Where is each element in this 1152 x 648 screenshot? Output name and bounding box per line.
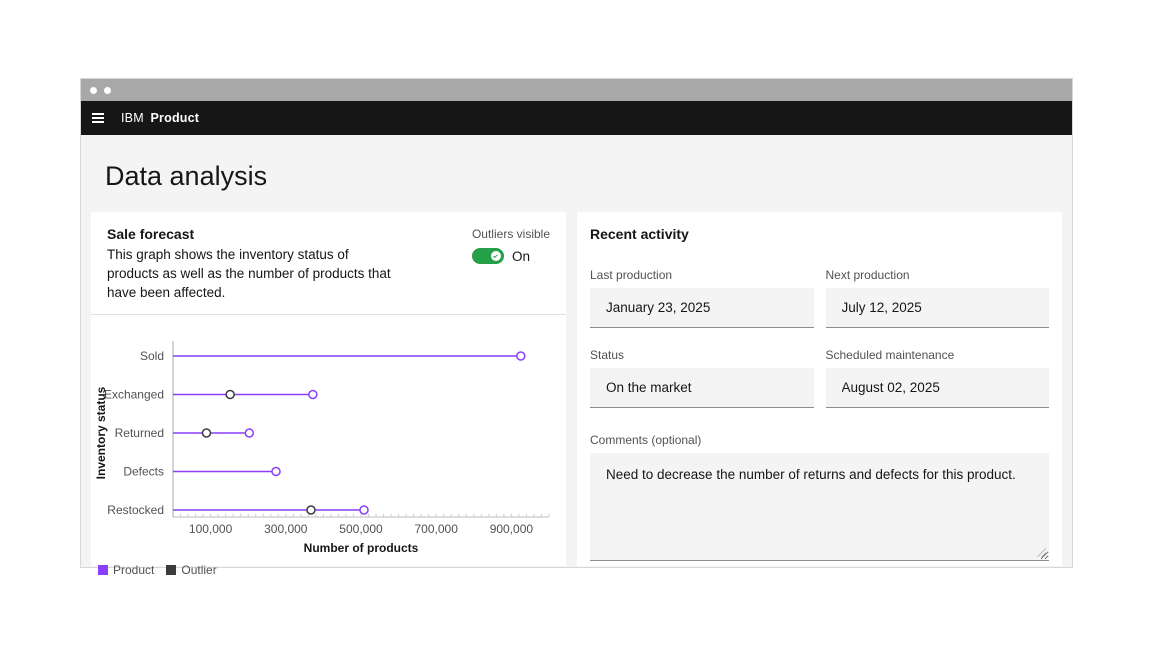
- app-header: IBM Product: [81, 101, 1072, 135]
- window-dot-icon[interactable]: [90, 87, 97, 94]
- svg-text:700,000: 700,000: [415, 522, 459, 536]
- field-label: Scheduled maintenance: [826, 347, 1050, 363]
- cards-row: Sale forecast This graph shows the inven…: [91, 212, 1062, 566]
- svg-text:300,000: 300,000: [264, 522, 308, 536]
- toggle-row: On: [472, 248, 550, 264]
- toggle-knob-check-icon: [491, 251, 501, 261]
- outliers-toggle[interactable]: [472, 248, 504, 264]
- toggle-state-text: On: [512, 249, 530, 264]
- outliers-toggle-block: Outliers visible On: [472, 225, 550, 302]
- svg-text:Exchanged: Exchanged: [104, 388, 164, 402]
- sale-forecast-chart: 100,000 300,000 500,000 700,000 900,000 Numbe…: [91, 315, 566, 561]
- comments-textarea[interactable]: Need to decrease the number of returns a…: [590, 453, 1049, 561]
- svg-text:100,000: 100,000: [189, 522, 233, 536]
- next-production-input[interactable]: [826, 288, 1050, 328]
- sale-forecast-header: Sale forecast This graph shows the inven…: [91, 212, 566, 314]
- sale-forecast-text: Sale forecast This graph shows the inven…: [107, 225, 402, 302]
- last-production-input[interactable]: [590, 288, 814, 328]
- brand-prefix: IBM: [121, 111, 144, 125]
- legend-label: Product: [113, 563, 154, 577]
- chart-legend: Product Outlier: [98, 563, 566, 577]
- card-description: This graph shows the inventory status of…: [107, 245, 402, 302]
- svg-text:Restocked: Restocked: [107, 503, 164, 517]
- legend-label: Outlier: [181, 563, 216, 577]
- hamburger-menu-icon[interactable]: [91, 109, 105, 127]
- page-content: Data analysis Sale forecast This graph s…: [81, 135, 1072, 567]
- sale-forecast-card: Sale forecast This graph shows the inven…: [91, 212, 566, 566]
- legend-item-product[interactable]: Product: [98, 563, 154, 577]
- field-label: Status: [590, 347, 814, 363]
- svg-text:Returned: Returned: [115, 426, 164, 440]
- page-title: Data analysis: [91, 135, 1062, 192]
- legend-swatch-outlier: [166, 565, 176, 575]
- status-input[interactable]: [590, 368, 814, 408]
- card-title: Recent activity: [590, 225, 1049, 243]
- svg-text:Defects: Defects: [123, 465, 164, 479]
- recent-activity-card: Recent activity Last production Next pro…: [577, 212, 1062, 566]
- field-label: Last production: [590, 267, 814, 283]
- svg-text:900,000: 900,000: [490, 522, 534, 536]
- toggle-label: Outliers visible: [472, 226, 550, 242]
- app-window: IBM Product Data analysis Sale forecast …: [80, 78, 1073, 568]
- window-dot-icon[interactable]: [104, 87, 111, 94]
- brand: IBM Product: [121, 111, 199, 125]
- screen: IBM Product Data analysis Sale forecast …: [0, 0, 1152, 648]
- svg-text:Sold: Sold: [140, 349, 164, 363]
- field-last-production: Last production: [590, 267, 814, 328]
- field-status: Status: [590, 347, 814, 408]
- field-label: Comments (optional): [590, 432, 1049, 448]
- svg-text:500,000: 500,000: [339, 522, 383, 536]
- brand-name: Product: [151, 111, 200, 125]
- field-next-production: Next production: [826, 267, 1050, 328]
- legend-swatch-product: [98, 565, 108, 575]
- legend-item-outlier[interactable]: Outlier: [166, 563, 216, 577]
- comments-section: Comments (optional) Need to decrease the…: [590, 432, 1049, 561]
- field-label: Next production: [826, 267, 1050, 283]
- scheduled-maintenance-input[interactable]: [826, 368, 1050, 408]
- comments-textarea-wrap: Need to decrease the number of returns a…: [590, 453, 1049, 561]
- form-grid: Last production Next production Status: [590, 267, 1049, 427]
- svg-text:Number of products: Number of products: [304, 541, 419, 555]
- window-titlebar: [81, 79, 1072, 101]
- field-scheduled-maintenance: Scheduled maintenance: [826, 347, 1050, 408]
- card-title: Sale forecast: [107, 225, 402, 243]
